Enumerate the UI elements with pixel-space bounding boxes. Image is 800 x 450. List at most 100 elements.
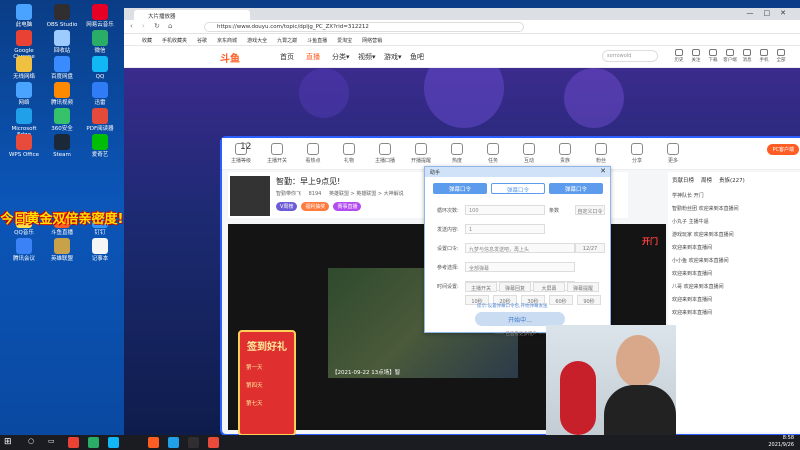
time-option[interactable]: 90秒 (577, 295, 601, 305)
toolbar-item[interactable]: 看热点 (300, 143, 326, 164)
obs-taskbar-icon[interactable] (188, 437, 199, 448)
refresh-icon[interactable]: ↻ (154, 22, 160, 30)
bookmark-item[interactable]: 网络营销 (362, 38, 382, 44)
nav-item[interactable]: 鱼吧 (410, 52, 424, 62)
start-icon[interactable]: ⊞ (4, 437, 12, 447)
header-icon[interactable]: 消息 (740, 49, 754, 67)
avatar[interactable] (230, 176, 270, 216)
toolbar-item[interactable]: 主播开关 (264, 143, 290, 164)
search-input[interactable]: sorrowold (602, 50, 658, 62)
nav-item[interactable]: 游戏▾ (384, 52, 402, 62)
douyu-taskbar-icon[interactable] (148, 437, 159, 448)
badge[interactable]: 福利抽奖 (301, 202, 330, 211)
site-logo[interactable]: 斗鱼 (220, 50, 240, 65)
desktop-icon[interactable]: 腾讯会议 (4, 238, 44, 274)
app-icon (16, 82, 32, 98)
right-panel: 贡献日榜 周榜 贵族(227) 学神队长 开门 智勤粉丝团 欢迎来到本直播间 小丸子 主… (668, 172, 800, 432)
close-icon[interactable]: ✕ (600, 167, 606, 175)
panel-tab[interactable]: 贵族(227) (719, 176, 745, 184)
qq-taskbar-icon[interactable] (108, 437, 119, 448)
chrome-taskbar-icon[interactable] (68, 437, 79, 448)
dialog-tab[interactable]: 弹幕口令 (491, 183, 545, 194)
toolbar-item[interactable]: 贵族 (552, 143, 578, 164)
bookmark-item[interactable]: 收藏 (142, 38, 152, 44)
nav-item[interactable]: 首页 (280, 52, 294, 62)
wps-taskbar-icon[interactable] (208, 437, 219, 448)
toolbar-item[interactable]: 分享 (624, 143, 650, 164)
nav-item[interactable]: 直播 (306, 52, 320, 62)
field-input[interactable]: 1 (465, 224, 545, 234)
header-icon[interactable]: 手机 (757, 49, 771, 67)
header-icon[interactable]: 关注 (689, 49, 703, 67)
option-button[interactable]: 弹幕回复 (499, 282, 531, 292)
bookmark-item[interactable]: 手机收藏夹 (162, 38, 187, 44)
home-icon[interactable]: ⌂ (168, 22, 172, 30)
toolbar-item[interactable]: 热度 (444, 143, 470, 164)
desktop-icon[interactable]: 记事本 (80, 238, 120, 274)
time-option[interactable]: 60秒 (549, 295, 573, 305)
bookmark-item[interactable]: 谷歌 (197, 38, 207, 44)
field-button[interactable]: 12/27 (575, 243, 605, 253)
tab-bar: 大片播放器 —□✕ (124, 8, 800, 20)
toolbar-item[interactable]: 互动 (516, 143, 542, 164)
bookmark-item[interactable]: 京东商城 (217, 38, 237, 44)
toolbar-item[interactable]: 任务 (480, 143, 506, 164)
taskview-icon[interactable]: ▭ (48, 437, 55, 445)
desktop-icon-label: 斗鱼直播 (50, 230, 73, 236)
back-icon[interactable]: ‹ (130, 22, 133, 30)
bookmark-item[interactable]: 九霄之巅 (277, 38, 297, 44)
dialog-tab[interactable]: 弹幕口令 (549, 183, 603, 194)
desktop-icon[interactable]: WPS Office (4, 134, 44, 170)
toolbar-item[interactable]: 粉丝 (588, 143, 614, 164)
desktop-icon[interactable]: Steam (42, 134, 82, 170)
toolbar-item[interactable]: 更多 (660, 143, 686, 164)
dialog-tab[interactable]: 弹幕口令 (433, 183, 487, 194)
panel-tab[interactable]: 贡献日榜 (672, 176, 694, 184)
toolbar-item[interactable]: 开播提醒 (408, 143, 434, 164)
field-input[interactable]: 100 (465, 205, 545, 215)
header-icon-label: 历史 (674, 58, 684, 63)
desktop-icon-label: Steam (53, 152, 71, 158)
sign-in-panel[interactable]: 签到好礼 第一天 第四天 第七天 (238, 330, 296, 435)
header-icon[interactable]: 全部 (774, 49, 788, 67)
badge[interactable]: 赛事直播 (333, 202, 362, 211)
clock[interactable]: 8:58 2021/9/26 (768, 435, 794, 449)
url-field[interactable]: https://www.douyu.com/topic/dpljg_PC_ZX?… (204, 22, 524, 32)
dialog-footer[interactable]: —— 已查看更多用户 —— (495, 331, 547, 337)
nav-item[interactable]: 分类▾ (332, 52, 350, 62)
field-input[interactable]: 全部弹幕 (465, 262, 575, 272)
bookmark-item[interactable]: 爱淘宝 (337, 38, 352, 44)
option-button[interactable]: 弹幕提醒 (567, 282, 599, 292)
header-icon[interactable]: 下载 (706, 49, 720, 67)
tool-icon (271, 143, 283, 155)
forward-icon[interactable]: › (142, 22, 145, 30)
field-input[interactable]: 九梦与信息发送吧，再上头 (465, 243, 575, 253)
panel-tab[interactable]: 周榜 (701, 176, 712, 184)
option-button[interactable]: 大屏幕 (533, 282, 565, 292)
chat-message: 欢迎来到本直播间 (672, 310, 713, 316)
wechat-taskbar-icon[interactable] (88, 437, 99, 448)
desktop-icon-label: 迅雷 (94, 100, 106, 106)
toolbar-item[interactable]: 礼物 (336, 143, 362, 164)
room-tags[interactable]: 英雄联盟 > 英雄联盟 > 大神解说 (329, 191, 404, 197)
pc-client-button[interactable]: PC客户端 (767, 144, 799, 155)
toolbar-item[interactable]: 主播等级 (228, 143, 254, 164)
edge-taskbar-icon[interactable] (168, 437, 179, 448)
field-button[interactable]: 自定义口令 (575, 205, 605, 215)
app-icon (54, 108, 70, 124)
header-icon[interactable]: 客户端 (723, 49, 737, 67)
start-button[interactable]: 开始中... (475, 312, 565, 326)
window-controls[interactable]: —□✕ (747, 9, 796, 17)
bookmark-item[interactable]: 游戏大全 (247, 38, 267, 44)
badge[interactable]: V周榜 (276, 202, 298, 211)
header-icon[interactable]: 历史 (672, 49, 686, 67)
streamer-name[interactable]: 智勤带你飞 (276, 191, 301, 197)
bookmark-item[interactable]: 斗鱼直播 (307, 38, 327, 44)
desktop-icon[interactable]: 爱奇艺 (80, 134, 120, 170)
nav-item[interactable]: 视频▾ (358, 52, 376, 62)
desktop-icon[interactable]: 英雄联盟 (42, 238, 82, 274)
browser-tab[interactable]: 大片播放器 (134, 10, 250, 20)
option-button[interactable]: 主播开关 (465, 282, 497, 292)
search-icon[interactable]: ○ (28, 437, 34, 445)
toolbar-item[interactable]: 主播口播 (372, 143, 398, 164)
